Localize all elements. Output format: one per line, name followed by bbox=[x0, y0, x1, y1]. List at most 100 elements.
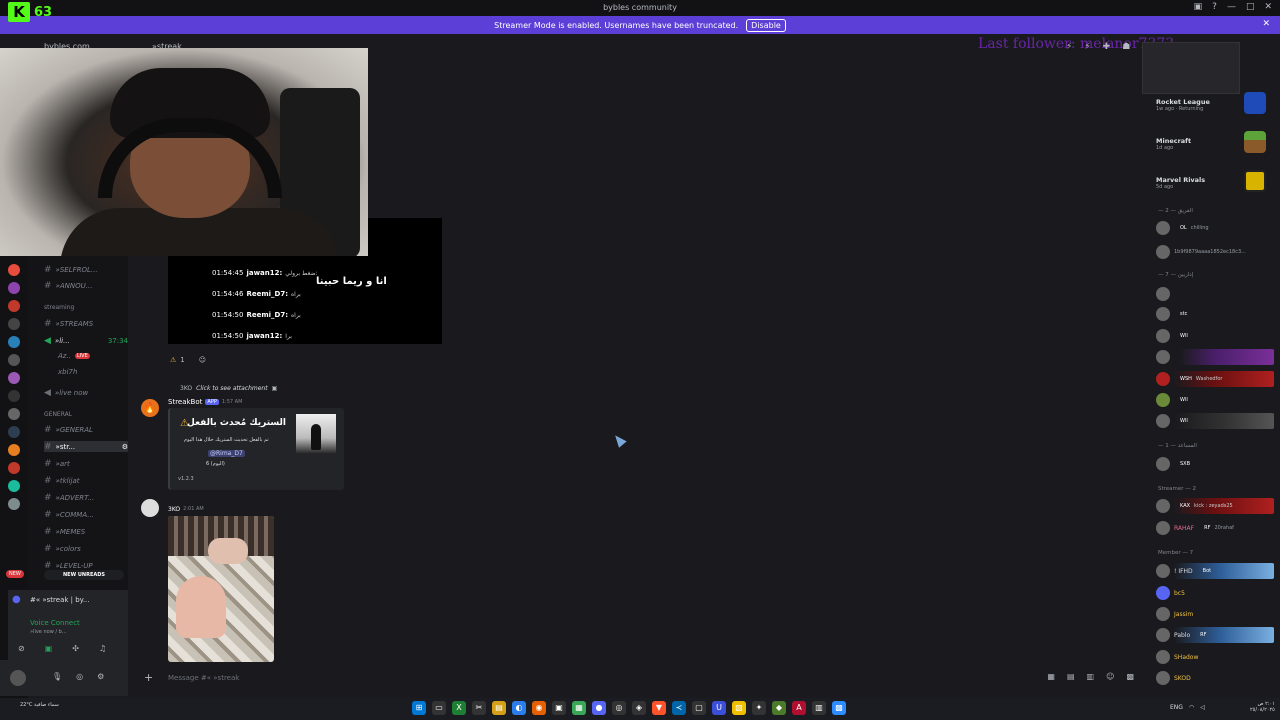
channel-tklijat[interactable]: # »tklijat bbox=[44, 475, 128, 486]
settings-icon[interactable]: ⚙ bbox=[97, 672, 104, 681]
avatar[interactable] bbox=[141, 499, 159, 517]
server-icon[interactable] bbox=[8, 282, 20, 294]
language-indicator[interactable]: ENG bbox=[1170, 704, 1183, 711]
volume-icon[interactable]: ◁ bbox=[1200, 704, 1205, 711]
server-icon[interactable] bbox=[8, 498, 20, 510]
channel-streak[interactable]: # »str... ⚙ bbox=[44, 441, 128, 452]
app-icon[interactable]: ◈ bbox=[632, 701, 646, 715]
channel-colors[interactable]: # »colors bbox=[44, 543, 128, 554]
edge-icon[interactable]: ◐ bbox=[512, 701, 526, 715]
voice-user[interactable]: xbi7h bbox=[58, 366, 128, 377]
app-icon[interactable]: U bbox=[712, 701, 726, 715]
obs-icon[interactable]: ◎ bbox=[612, 701, 626, 715]
start-icon[interactable]: ⊞ bbox=[412, 701, 426, 715]
mic-icon[interactable]: 🎙 bbox=[52, 672, 62, 681]
channel-art[interactable]: # »art bbox=[44, 458, 128, 469]
folder-icon[interactable]: ▤ bbox=[492, 701, 506, 715]
firefox-icon[interactable]: ◉ bbox=[532, 701, 546, 715]
member-item[interactable]: 1b9f9879aaaa1852ec18c3... bbox=[1156, 244, 1274, 260]
member-item[interactable]: bc5 bbox=[1156, 585, 1274, 601]
app-icon[interactable]: ▦ bbox=[572, 701, 586, 715]
excel-icon[interactable]: X bbox=[452, 701, 466, 715]
app-icon[interactable]: ▣ bbox=[552, 701, 566, 715]
app-icon[interactable]: ◆ bbox=[772, 701, 786, 715]
channel-live-now[interactable]: ◀ »live now bbox=[44, 387, 128, 398]
member-item[interactable]: WII bbox=[1156, 328, 1274, 344]
reply-reference[interactable]: 3KO Click to see attachment ▣ bbox=[180, 385, 277, 392]
server-icon[interactable] bbox=[8, 444, 20, 456]
weather-widget[interactable]: 22°C سماء صافية bbox=[20, 702, 59, 708]
members-icon[interactable]: ☗ bbox=[1122, 42, 1130, 52]
close-icon[interactable]: ✕ bbox=[1262, 19, 1270, 29]
app-icon[interactable]: ▧ bbox=[732, 701, 746, 715]
channel-selfroles[interactable]: # »SELFROL... bbox=[44, 264, 128, 275]
game-activity[interactable]: Marvel Rivals 5d ago bbox=[1156, 170, 1276, 192]
desktop-icon[interactable]: ▭ bbox=[432, 701, 446, 715]
avatar[interactable] bbox=[10, 670, 26, 686]
member-item[interactable] bbox=[1156, 349, 1274, 365]
channel-streams[interactable]: # »STREAMS bbox=[44, 318, 128, 329]
gif-icon[interactable]: ▤ bbox=[1067, 672, 1075, 681]
member-item[interactable]: SHadow bbox=[1156, 649, 1274, 665]
apps-icon[interactable]: ▩ bbox=[1126, 672, 1134, 681]
new-pill[interactable]: NEW bbox=[6, 570, 24, 578]
close-button[interactable]: ✕ bbox=[1264, 2, 1272, 12]
app-icon[interactable]: ▢ bbox=[692, 701, 706, 715]
member-item[interactable]: OL chilling bbox=[1156, 220, 1274, 236]
disable-button[interactable]: Disable bbox=[746, 18, 786, 32]
screen-share-icon[interactable]: ▣ bbox=[45, 644, 53, 653]
headphones-icon[interactable]: ◎ bbox=[76, 672, 83, 681]
channel-memes[interactable]: # »MEMES bbox=[44, 526, 128, 537]
soundboard-icon[interactable]: ♫ bbox=[99, 644, 106, 653]
category-streaming[interactable]: streaming bbox=[44, 304, 74, 311]
message-composer[interactable]: + Message #« »streak ▦ ▤ ▥ ☺ ▩ bbox=[138, 668, 1140, 688]
current-channel[interactable]: #« »streak | by... bbox=[30, 596, 90, 604]
threads-icon[interactable]: ⚡ bbox=[1066, 42, 1072, 52]
voice-connected-status[interactable]: Voice Connect bbox=[30, 619, 80, 627]
server-icon[interactable] bbox=[8, 480, 20, 492]
add-attachment-button[interactable]: + bbox=[144, 671, 153, 684]
member-item[interactable]: SKOD bbox=[1156, 670, 1274, 686]
bot-avatar[interactable]: 🔥 bbox=[141, 399, 159, 417]
app-icon[interactable]: ▥ bbox=[812, 701, 826, 715]
member-item[interactable]: stc bbox=[1156, 306, 1274, 322]
stream-preview[interactable] bbox=[1142, 42, 1240, 94]
mute-icon[interactable]: ⚡ bbox=[1084, 42, 1090, 52]
wifi-icon[interactable]: ◠ bbox=[1189, 704, 1194, 711]
embed-thumbnail[interactable] bbox=[296, 414, 336, 454]
minimize-button[interactable]: — bbox=[1227, 2, 1236, 12]
image-attachment[interactable] bbox=[168, 516, 274, 662]
pin-icon[interactable]: ✚ bbox=[1103, 42, 1111, 52]
emoji-icon[interactable]: ☺ bbox=[1106, 672, 1114, 681]
member-item[interactable]: ! IFHD Bot bbox=[1156, 563, 1274, 579]
category-general[interactable]: GENERAL bbox=[44, 411, 72, 418]
brave-icon[interactable]: ▼ bbox=[652, 701, 666, 715]
sticker-icon[interactable]: ▥ bbox=[1087, 672, 1095, 681]
voice-channel-live[interactable]: ◀ »li... 37:34 bbox=[44, 335, 128, 346]
channel-commands[interactable]: # »COMMA... bbox=[44, 509, 128, 520]
new-unreads-button[interactable]: NEW UNREADS bbox=[44, 570, 124, 580]
gift-icon[interactable]: ▦ bbox=[1047, 672, 1055, 681]
clock[interactable]: ٢:٠١ ص ٢٥/٠٨/٢٠٢٥ bbox=[1250, 701, 1275, 713]
camera-off-icon[interactable]: ⊘ bbox=[18, 644, 25, 653]
channel-advert[interactable]: # »ADVERT... bbox=[44, 492, 128, 503]
user-mention[interactable]: @Rima_D7 bbox=[208, 450, 245, 457]
server-icon[interactable] bbox=[8, 354, 20, 366]
member-item[interactable]: Jassim bbox=[1156, 606, 1274, 622]
member-item[interactable]: KAX kick : zeyads25 bbox=[1156, 498, 1274, 514]
member-item[interactable]: Pablo RF bbox=[1156, 627, 1274, 643]
vscode-icon[interactable]: ≺ bbox=[672, 701, 686, 715]
bot-username[interactable]: StreakBot bbox=[168, 398, 202, 406]
reaction-pill[interactable]: ⚠ 1 ☺ bbox=[170, 356, 206, 364]
member-item[interactable]: WSH Washedfor bbox=[1156, 371, 1274, 387]
member-item[interactable]: RAHAF RF 20rahaf bbox=[1156, 520, 1274, 536]
member-item[interactable]: SXB bbox=[1156, 456, 1274, 472]
server-icon[interactable] bbox=[8, 372, 20, 384]
server-icon[interactable] bbox=[8, 426, 20, 438]
server-icon[interactable] bbox=[8, 318, 20, 330]
add-reaction-icon[interactable]: ☺ bbox=[199, 356, 206, 364]
member-item[interactable]: WII bbox=[1156, 392, 1274, 408]
voice-user[interactable]: Az.. LIVE bbox=[58, 350, 128, 361]
discord-icon[interactable]: ● bbox=[592, 701, 606, 715]
tool-icon[interactable]: ✂ bbox=[472, 701, 486, 715]
